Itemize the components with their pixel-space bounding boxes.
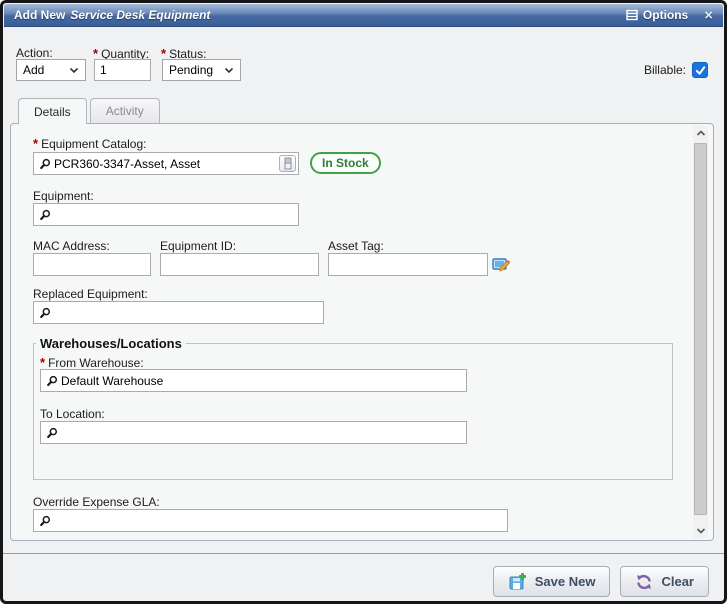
- chevron-down-icon: [224, 67, 234, 74]
- asset-tag-input[interactable]: [328, 253, 488, 276]
- to-location-field: [40, 421, 467, 444]
- search-icon: [39, 209, 51, 221]
- vertical-scrollbar[interactable]: [693, 126, 708, 538]
- mac-address-label: MAC Address:: [33, 239, 110, 253]
- dialog-title-emphasis: Service Desk Equipment: [70, 8, 210, 22]
- from-warehouse-field: [40, 369, 467, 392]
- billable-checkbox[interactable]: [692, 62, 708, 78]
- tab-activity[interactable]: Activity: [90, 98, 160, 123]
- clear-label: Clear: [661, 574, 694, 589]
- close-icon[interactable]: ×: [704, 8, 713, 23]
- equipment-label: Equipment:: [33, 189, 94, 203]
- search-icon: [46, 427, 58, 439]
- equipment-id-input[interactable]: [160, 253, 319, 276]
- action-label: Action:: [16, 46, 53, 60]
- edit-icon: [492, 255, 512, 275]
- footer-buttons: Save New Clear: [493, 566, 709, 597]
- equipment-input[interactable]: [54, 205, 296, 224]
- tab-details[interactable]: Details: [18, 98, 87, 124]
- refresh-icon: [635, 573, 653, 591]
- search-icon: [46, 375, 58, 387]
- scroll-up-icon[interactable]: [693, 126, 708, 141]
- to-location-input[interactable]: [61, 423, 464, 442]
- options-icon: [626, 9, 638, 21]
- search-icon: [39, 307, 51, 319]
- catalog-detail-button[interactable]: [279, 155, 296, 172]
- replaced-equipment-input[interactable]: [54, 303, 321, 322]
- edit-asset-button[interactable]: [492, 255, 512, 275]
- equipment-catalog-input[interactable]: [54, 154, 276, 173]
- chevron-down-icon: [69, 67, 79, 74]
- asset-tag-label: Asset Tag:: [328, 239, 384, 253]
- options-label: Options: [643, 8, 688, 22]
- override-gla-field: [33, 509, 508, 532]
- equipment-field: [33, 203, 299, 226]
- eraser-icon: [283, 157, 293, 170]
- scroll-down-icon[interactable]: [693, 523, 708, 538]
- from-warehouse-label: *From Warehouse:: [40, 355, 144, 370]
- footer-divider: [3, 553, 724, 554]
- add-equipment-dialog: Add NewService Desk Equipment Options × …: [0, 0, 727, 604]
- mac-address-input[interactable]: [33, 253, 151, 276]
- scrollbar-thumb[interactable]: [694, 143, 707, 515]
- checkmark-icon: [695, 65, 706, 76]
- equipment-catalog-label: *Equipment Catalog:: [33, 136, 146, 151]
- billable-field: Billable:: [644, 62, 708, 78]
- dialog-title-prefix: Add New: [14, 8, 65, 22]
- options-button[interactable]: Options: [626, 8, 688, 22]
- quantity-input[interactable]: [94, 59, 151, 81]
- from-warehouse-input[interactable]: [61, 371, 464, 390]
- replaced-equipment-label: Replaced Equipment:: [33, 287, 148, 301]
- to-location-label: To Location:: [40, 407, 105, 421]
- equipment-catalog-field: [33, 152, 299, 175]
- override-gla-label: Override Expense GLA:: [33, 495, 160, 509]
- clear-button[interactable]: Clear: [620, 566, 709, 597]
- tab-strip: Details Activity: [10, 98, 714, 123]
- equipment-id-label: Equipment ID:: [160, 239, 236, 253]
- override-gla-input[interactable]: [54, 511, 505, 530]
- required-marker: *: [40, 355, 45, 370]
- save-plus-icon: [508, 572, 527, 591]
- billable-label: Billable:: [644, 63, 686, 77]
- save-new-button[interactable]: Save New: [493, 566, 611, 597]
- search-icon: [39, 515, 51, 527]
- action-select-value: Add: [23, 63, 44, 77]
- required-marker: *: [33, 136, 38, 151]
- tab-panel: Details Activity *Equipment Catalog:: [10, 98, 714, 541]
- in-stock-badge: In Stock: [310, 152, 381, 174]
- details-tab-content: *Equipment Catalog: In Stock Equipm: [10, 123, 714, 541]
- titlebar: Add New Service Desk Equipment Options ×: [4, 4, 723, 27]
- status-select-value: Pending: [169, 63, 213, 77]
- warehouses-locations-group: Warehouses/Locations *From Warehouse: To…: [33, 336, 673, 480]
- save-new-label: Save New: [535, 574, 596, 589]
- action-select[interactable]: Add: [16, 59, 86, 81]
- dialog-title: Add New Service Desk Equipment: [14, 8, 210, 22]
- group-title: Warehouses/Locations: [36, 336, 186, 351]
- status-select[interactable]: Pending: [162, 59, 241, 81]
- search-icon: [39, 158, 51, 170]
- replaced-equipment-field: [33, 301, 324, 324]
